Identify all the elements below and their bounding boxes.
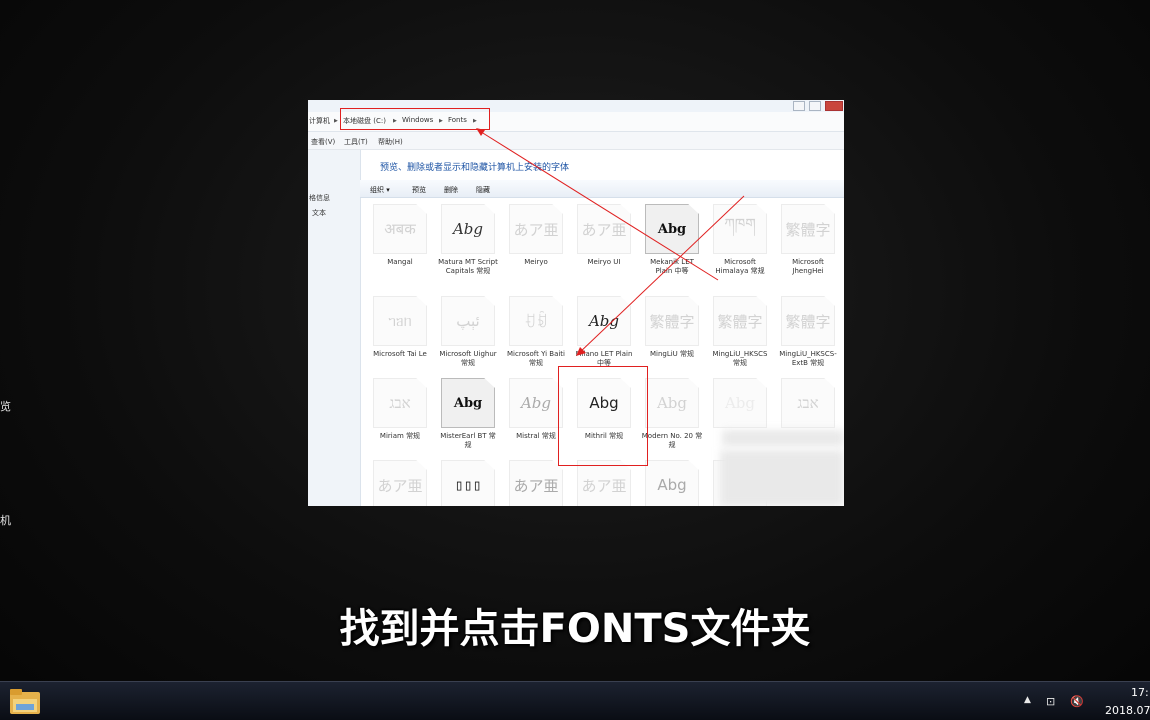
taskbar: ▲ ⊡ 🔇 17: 2018.07 [0, 681, 1150, 720]
arrow-head-icon [476, 128, 485, 136]
annotation-arrows [476, 128, 745, 356]
volume-muted-icon[interactable]: 🔇 [1070, 695, 1084, 708]
edge-glyph-2: 机 [0, 514, 11, 527]
video-subtitle: 找到并点击FONTS文件夹 [339, 606, 811, 652]
arrow-line [577, 195, 745, 355]
clock-time[interactable]: 17: [1131, 686, 1149, 699]
arrow-line [477, 129, 719, 281]
edge-glyph-1: 览 [0, 400, 11, 413]
folder-icon [10, 689, 40, 714]
file-explorer-taskbar-button[interactable] [8, 686, 42, 716]
show-hidden-icons-icon[interactable]: ▲ [1024, 695, 1031, 705]
fonts-folder-screenshot: 计算机 ▶ 本地磁盘 (C:) ▶ Windows ▶ Fonts ▶ 查看(V… [308, 100, 844, 506]
clock-date[interactable]: 2018.07 [1105, 704, 1150, 717]
network-icon[interactable]: ⊡ [1046, 695, 1055, 708]
